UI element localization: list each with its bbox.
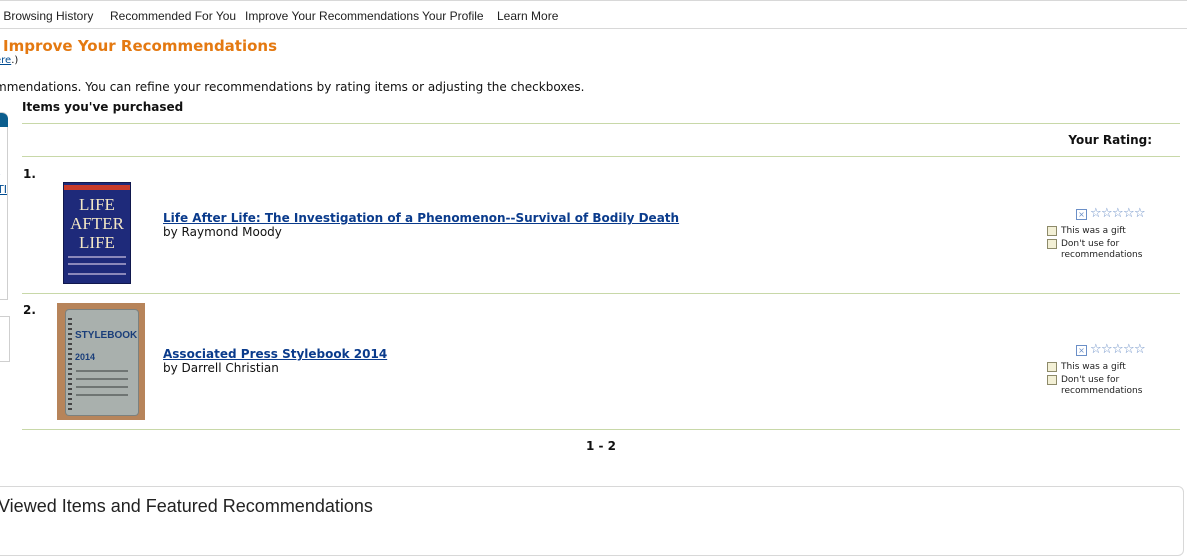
clear-rating-icon[interactable]: × [1076,209,1087,220]
book-body: STYLEBOOK 2014 [66,310,138,415]
divider [22,156,1180,157]
cover-line [68,263,126,265]
divider [22,123,1180,124]
star-icon[interactable]: ☆ [1134,342,1146,357]
left-side-panel: l TI [0,112,8,300]
star-icon[interactable]: ☆ [1112,342,1124,357]
star-icon[interactable]: ☆ [1101,342,1113,357]
section-heading: Items you've purchased [22,100,183,114]
cover-title: LIFE AFTER LIFE [64,195,130,252]
here-link[interactable]: ere [0,55,11,66]
item-title-link[interactable]: Life After Life: The Investigation of a … [163,211,679,225]
clear-rating-icon[interactable]: × [1076,345,1087,356]
star-icon[interactable]: ☆ [1112,206,1124,221]
cover-year: 2014 [75,352,95,362]
dont-use-checkbox[interactable] [1047,239,1057,249]
gift-checkbox[interactable] [1047,226,1057,236]
cover-line [76,378,128,380]
pagination: 1 - 2 [586,439,616,453]
left-side-box [0,316,10,362]
here-suffix: .) [11,55,18,66]
item-author: by Raymond Moody [163,225,282,239]
here-note: ere.) [0,55,18,66]
dont-use-label: Don't use for [1061,239,1119,250]
page-title: Improve Your Recommendations [3,37,277,55]
nav-browsing-history[interactable]: r Browsing History [0,9,93,23]
book-cover-image[interactable]: LIFE AFTER LIFE [63,182,131,284]
cover-stripe [64,185,130,190]
star-icon[interactable]: ☆ [1123,206,1135,221]
spiral-binding [68,318,72,410]
item-author: by Darrell Christian [163,361,279,375]
cover-line [76,370,128,372]
dont-use-label: recommendations [1061,250,1142,261]
left-panel-tab [0,113,8,127]
dont-use-label: Don't use for [1061,375,1119,386]
nav-your-profile[interactable]: Your Profile [422,9,484,23]
gift-label: This was a gift [1061,226,1126,237]
item-number: 2. [23,303,36,317]
item-number: 1. [23,167,36,181]
cover-line [76,394,128,396]
divider [22,293,1180,294]
star-icon[interactable]: ☆ [1101,206,1113,221]
dont-use-checkbox[interactable] [1047,375,1057,385]
cover-title: STYLEBOOK [75,330,137,341]
cover-line [68,273,126,275]
nav-recommended-for-you[interactable]: Recommended For You [110,9,236,23]
divider [22,429,1180,430]
nav-improve-recommendations[interactable]: Improve Your Recommendations [245,9,419,23]
book-cover-image[interactable]: STYLEBOOK 2014 [57,303,145,420]
gift-label: This was a gift [1061,362,1126,373]
top-nav: r Browsing History Recommended For You I… [0,0,1187,29]
star-icon[interactable]: ☆ [1134,206,1146,221]
nav-learn-more[interactable]: Learn More [497,9,558,23]
dont-use-label: recommendations [1061,386,1142,397]
gift-checkbox[interactable] [1047,362,1057,372]
rating-heading: Your Rating: [1068,133,1152,147]
star-icon[interactable]: ☆ [1090,206,1102,221]
intro-text: mmendations. You can refine your recomme… [0,80,584,94]
cover-line [68,256,126,258]
star-icon[interactable]: ☆ [1123,342,1135,357]
viewed-items-title: Viewed Items and Featured Recommendation… [0,496,373,517]
star-icon[interactable]: ☆ [1090,342,1102,357]
left-panel-link[interactable]: TI [0,183,7,196]
item-title-link[interactable]: Associated Press Stylebook 2014 [163,347,387,361]
cover-line [76,386,128,388]
